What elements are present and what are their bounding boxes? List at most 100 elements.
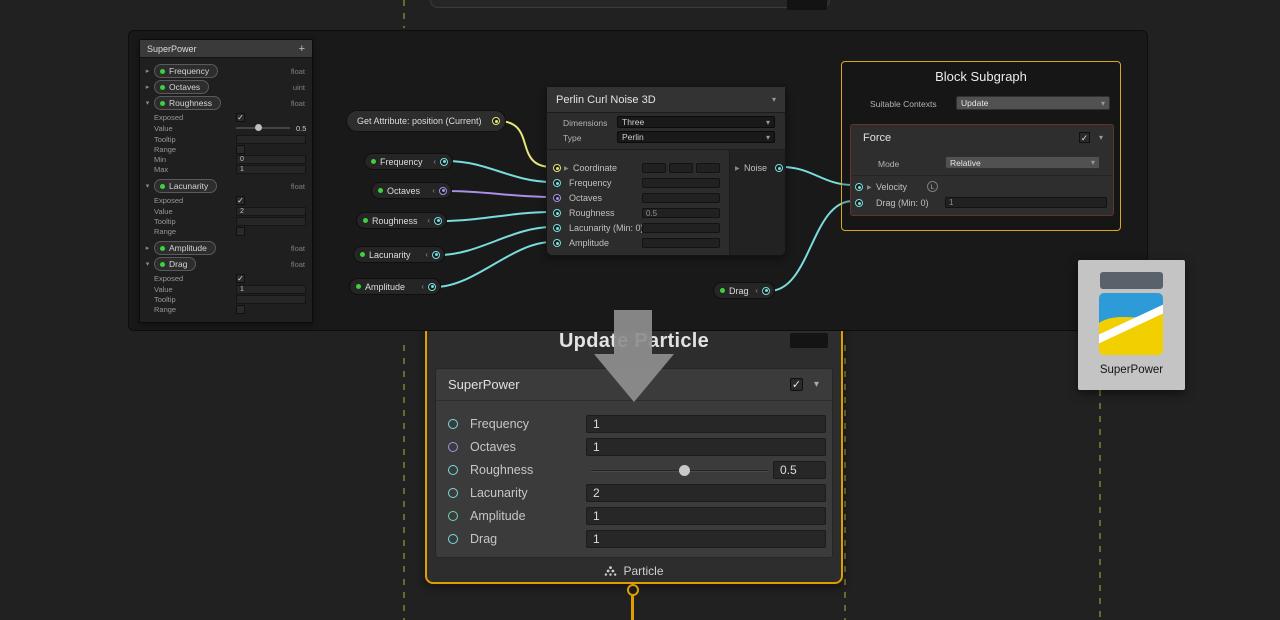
property-octaves[interactable]: ▸ Octaves uint [144, 80, 308, 94]
output-port-icon[interactable] [439, 187, 447, 195]
property-pill[interactable]: Lacunarity [154, 179, 217, 193]
amplitude-field[interactable] [642, 238, 720, 248]
wire-frequency[interactable] [447, 161, 552, 182]
tooltip-field[interactable] [236, 295, 306, 304]
tooltip-field[interactable] [236, 135, 306, 144]
max-field[interactable]: 1 [236, 165, 306, 174]
frequency-port-icon[interactable] [553, 179, 561, 187]
port-icon[interactable] [448, 442, 458, 452]
chevron-down-icon[interactable]: ▾ [144, 182, 151, 190]
port-icon[interactable] [448, 419, 458, 429]
property-lacunarity[interactable]: ▾ Lacunarity float [144, 179, 308, 193]
coordinate-y-field[interactable] [669, 163, 693, 173]
output-port-icon[interactable] [440, 158, 448, 166]
range-checkbox[interactable] [236, 227, 245, 236]
coordinate-x-field[interactable] [642, 163, 666, 173]
amplitude-port-icon[interactable] [553, 239, 561, 247]
property-amplitude[interactable]: ▸ Amplitude float [144, 241, 308, 255]
roughness-field[interactable]: 0.5 [642, 208, 720, 218]
chevron-down-icon[interactable]: ▾ [814, 379, 819, 390]
blackboard-panel[interactable]: SuperPower + ▸ Frequency float ▸ Octaves… [139, 39, 313, 323]
output-port-icon[interactable] [432, 251, 440, 259]
dimensions-dropdown[interactable]: Three ▾ [617, 116, 775, 128]
chevron-down-icon[interactable]: ▾ [144, 99, 151, 107]
parameter-node-octaves[interactable]: Octaves ‹ [371, 182, 452, 199]
chevron-right-icon[interactable]: ▸ [144, 83, 151, 91]
lacunarity-field[interactable]: 2 [586, 484, 826, 502]
frequency-field[interactable]: 1 [586, 415, 826, 433]
chevron-right-icon[interactable]: ▸ [144, 67, 151, 75]
chevron-down-icon[interactable]: ▾ [1099, 133, 1103, 142]
coordinate-z-field[interactable] [696, 163, 720, 173]
get-attribute-node[interactable]: Get Attribute: position (Current) [346, 110, 506, 132]
collapse-icon[interactable]: ‹ [433, 157, 436, 166]
range-checkbox[interactable] [236, 145, 245, 154]
node-header[interactable]: Perlin Curl Noise 3D ▾ [547, 87, 785, 113]
value-slider-handle[interactable] [255, 124, 262, 131]
suitable-contexts-dropdown[interactable]: Update ▾ [956, 96, 1110, 110]
output-port-icon[interactable] [428, 283, 436, 291]
port-icon[interactable] [448, 511, 458, 521]
property-drag[interactable]: ▾ Drag float [144, 257, 308, 271]
lacunarity-field[interactable] [642, 223, 720, 233]
drag-field[interactable]: 1 [586, 530, 826, 548]
local-space-badge[interactable]: L [927, 181, 938, 192]
port-icon[interactable] [448, 465, 458, 475]
parameter-node-roughness[interactable]: Roughness ‹ [356, 212, 447, 229]
force-block[interactable]: Force ✓ ▾ Mode Relative ▾ ▶ Velocity L D… [850, 124, 1114, 216]
port-icon[interactable] [448, 488, 458, 498]
value-field[interactable]: 1 [236, 285, 306, 294]
context-space-badge[interactable] [790, 333, 828, 348]
port-icon[interactable] [448, 534, 458, 544]
collapse-icon[interactable]: ‹ [755, 286, 758, 295]
value-slider-track[interactable] [236, 127, 290, 129]
property-pill[interactable]: Frequency [154, 64, 218, 78]
octaves-field[interactable]: 1 [586, 438, 826, 456]
octaves-field[interactable] [642, 193, 720, 203]
property-roughness[interactable]: ▾ Roughness float [144, 96, 308, 110]
parameter-node-amplitude[interactable]: Amplitude ‹ [349, 278, 441, 295]
wire-amplitude[interactable] [435, 242, 552, 287]
velocity-port-icon[interactable] [855, 183, 863, 191]
min-field[interactable]: 0 [236, 155, 306, 164]
type-dropdown[interactable]: Perlin ▾ [617, 131, 775, 143]
superpower-asset-card[interactable]: SuperPower [1078, 260, 1185, 390]
context-space-badge-partial[interactable] [787, 0, 827, 10]
amplitude-field[interactable]: 1 [586, 507, 826, 525]
lacunarity-port-icon[interactable] [553, 224, 561, 232]
exposed-checkbox[interactable]: ✓ [236, 274, 245, 283]
expander-icon[interactable]: ▶ [867, 184, 872, 191]
expander-icon[interactable]: ▶ [564, 165, 569, 172]
coordinate-port-icon[interactable] [553, 164, 561, 172]
mode-dropdown[interactable]: Relative ▾ [945, 156, 1100, 169]
property-pill[interactable]: Roughness [154, 96, 221, 110]
perlin-curl-noise-node[interactable]: Perlin Curl Noise 3D ▾ Dimensions Three … [546, 86, 786, 256]
roughness-slider-handle[interactable] [679, 465, 690, 476]
parameter-node-lacunarity[interactable]: Lacunarity ‹ [353, 246, 445, 263]
chevron-down-icon[interactable]: ▾ [772, 95, 776, 104]
collapse-icon[interactable]: ‹ [427, 216, 430, 225]
parameter-node-frequency[interactable]: Frequency ‹ [364, 153, 453, 170]
range-checkbox[interactable] [236, 305, 245, 314]
collapse-icon[interactable]: ‹ [425, 250, 428, 259]
frequency-field[interactable] [642, 178, 720, 188]
noise-output-port-icon[interactable] [775, 164, 783, 172]
collapse-icon[interactable]: ‹ [421, 282, 424, 291]
block-subgraph-container[interactable]: Block Subgraph Suitable Contexts Update … [841, 61, 1121, 231]
output-port-icon[interactable] [492, 117, 500, 125]
output-port-icon[interactable] [434, 217, 442, 225]
block-enabled-checkbox[interactable]: ✓ [790, 378, 803, 391]
exposed-checkbox[interactable]: ✓ [236, 196, 245, 205]
flow-output-port[interactable] [627, 584, 639, 596]
octaves-port-icon[interactable] [553, 194, 561, 202]
exposed-checkbox[interactable]: ✓ [236, 113, 245, 122]
initialize-context-partial[interactable] [430, 0, 830, 8]
property-pill[interactable]: Drag [154, 257, 196, 271]
property-pill[interactable]: Amplitude [154, 241, 216, 255]
value-field[interactable]: 2 [236, 207, 306, 216]
add-property-button[interactable]: + [299, 43, 305, 55]
wire-roughness[interactable] [441, 212, 552, 221]
property-frequency[interactable]: ▸ Frequency float [144, 64, 308, 78]
collapse-icon[interactable]: ‹ [432, 186, 435, 195]
wire-lacunarity[interactable] [439, 227, 552, 255]
